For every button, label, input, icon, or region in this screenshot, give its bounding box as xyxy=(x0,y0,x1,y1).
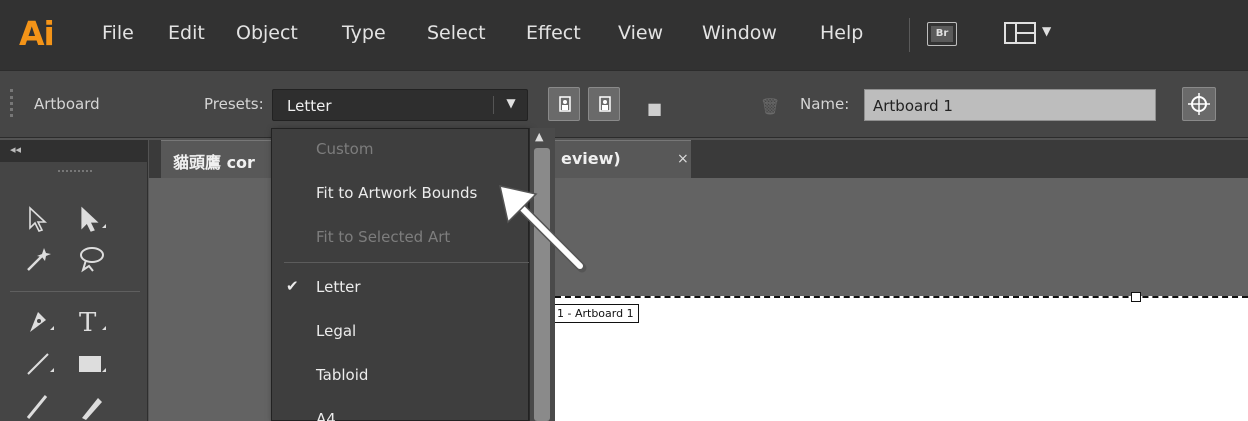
menu-window[interactable]: Window xyxy=(702,22,777,44)
pen-tool-icon[interactable] xyxy=(20,302,64,340)
menu-effect[interactable]: Effect xyxy=(526,22,581,44)
portrait-button[interactable] xyxy=(548,87,580,121)
lasso-tool-icon[interactable] xyxy=(72,240,116,278)
tools-divider xyxy=(10,291,140,292)
menu-separator xyxy=(909,18,910,52)
landscape-icon xyxy=(599,96,611,112)
tools-panel-header: ◂◂ xyxy=(0,140,148,162)
presets-label: Presets: xyxy=(204,95,264,113)
scroll-up-icon[interactable]: ▲ xyxy=(535,130,543,143)
tools-panel-grip[interactable] xyxy=(58,170,92,174)
magic-wand-tool-icon[interactable] xyxy=(20,240,64,278)
panel-grip[interactable] xyxy=(10,89,13,117)
presets-divider xyxy=(493,96,494,114)
chevron-down-icon[interactable]: ▼ xyxy=(501,96,521,114)
menu-select[interactable]: Select xyxy=(427,22,486,44)
document-tab-title: 貓頭鷹 cor xyxy=(173,153,255,172)
landscape-button[interactable] xyxy=(588,87,620,121)
close-icon[interactable]: × xyxy=(677,151,689,167)
collapse-icon[interactable]: ◂◂ xyxy=(10,143,21,156)
artboard[interactable] xyxy=(555,296,1248,421)
tools-panel: ◂◂ T xyxy=(0,140,148,421)
presets-value: Letter xyxy=(287,97,332,115)
menu-edit[interactable]: Edit xyxy=(168,22,205,44)
annotation-arrow-icon xyxy=(499,185,587,273)
preset-option-legal[interactable]: Legal xyxy=(272,311,532,351)
direct-selection-tool-icon[interactable] xyxy=(72,200,116,238)
illustrator-window: Ai File Edit Object Type Select Effect V… xyxy=(0,0,1248,421)
new-artboard-icon[interactable]: ■ xyxy=(647,99,662,118)
control-bar: Artboard Presets: Letter ▼ ■ 🗑 Name: Art… xyxy=(0,70,1248,138)
move-icon xyxy=(1188,93,1210,115)
move-artboard-button[interactable] xyxy=(1182,87,1216,121)
delete-artboard-icon[interactable]: 🗑 xyxy=(760,97,780,116)
menu-view[interactable]: View xyxy=(618,22,663,44)
preset-option-tabloid[interactable]: Tabloid xyxy=(272,355,532,395)
workspace-switcher-button[interactable]: ▼ xyxy=(1004,22,1062,46)
line-tool-icon[interactable] xyxy=(20,344,64,382)
type-tool-icon[interactable]: T xyxy=(72,302,116,340)
menu-bar: Ai File Edit Object Type Select Effect V… xyxy=(0,0,1248,70)
artboard-name-tag: 1 - Artboard 1 xyxy=(552,304,639,323)
preset-option-custom: Custom xyxy=(316,140,374,158)
menu-type[interactable]: Type xyxy=(342,22,386,44)
pencil-tool-icon[interactable] xyxy=(72,386,116,421)
document-tab-title-suffix: eview) xyxy=(561,149,621,168)
rectangle-tool-icon[interactable] xyxy=(72,344,116,382)
layout-grid-icon xyxy=(1004,22,1036,44)
svg-text:T: T xyxy=(79,308,97,336)
artboard-label: Artboard xyxy=(34,95,100,113)
portrait-icon xyxy=(559,96,571,112)
artboard-name-value: Artboard 1 xyxy=(873,97,953,115)
name-label: Name: xyxy=(800,95,850,113)
artboard-resize-handle[interactable] xyxy=(1131,292,1141,302)
menu-file[interactable]: File xyxy=(102,22,134,44)
paintbrush-tool-icon[interactable] xyxy=(20,386,64,421)
preset-option-a4[interactable]: A4 xyxy=(272,399,532,421)
selection-tool-icon[interactable] xyxy=(20,200,64,238)
app-logo: Ai xyxy=(19,14,55,53)
menu-help[interactable]: Help xyxy=(820,22,863,44)
presets-select[interactable]: Letter ▼ xyxy=(272,89,528,121)
caret-down-icon: ▼ xyxy=(1042,24,1052,38)
artboard-name-field[interactable]: Artboard 1 xyxy=(864,89,1156,121)
bridge-button[interactable]: Br xyxy=(927,22,957,46)
bridge-label: Br xyxy=(931,26,953,42)
menu-object[interactable]: Object xyxy=(236,22,298,44)
